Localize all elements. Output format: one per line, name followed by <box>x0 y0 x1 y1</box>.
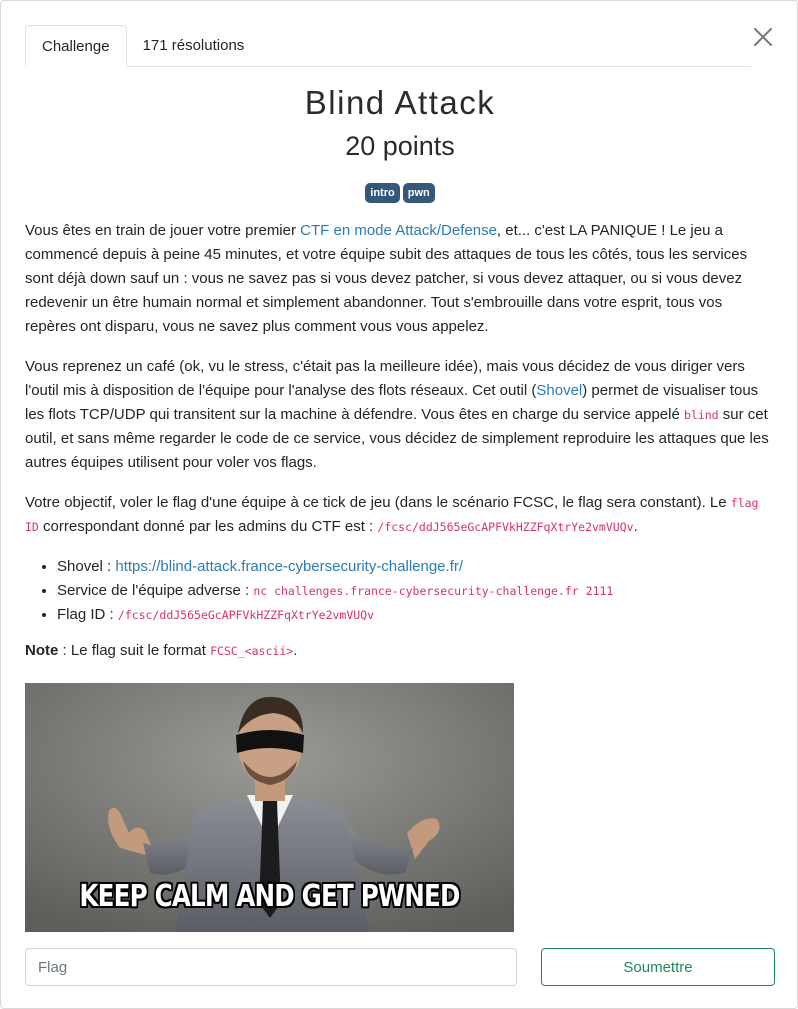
text: . <box>633 518 638 535</box>
service-name-code: blind <box>683 408 719 422</box>
tag-intro: intro <box>365 183 400 203</box>
label: Shovel : <box>57 558 116 575</box>
tab-bar: Challenge 171 résolutions <box>25 25 751 67</box>
shovel-url-link[interactable]: https://blind-attack.france-cybersecurit… <box>115 558 463 575</box>
text: . <box>293 642 298 659</box>
list-item-shovel: Shovel : https://blind-attack.france-cyb… <box>57 555 777 579</box>
tab-challenge[interactable]: Challenge <box>25 25 127 67</box>
flag-format-code: FCSC_<ascii> <box>210 644 294 658</box>
service-command-code: nc challenges.france-cybersecurity-chall… <box>253 584 614 598</box>
info-list: Shovel : https://blind-attack.france-cyb… <box>57 555 777 627</box>
text: : Le flag suit le format <box>58 642 211 659</box>
meme-image: KEEP CALM AND GET PWNED <box>25 683 514 932</box>
description-paragraph-2: Vous reprenez un café (ok, vu le stress,… <box>25 355 777 475</box>
close-icon <box>754 28 772 46</box>
description-paragraph-3: Votre objectif, voler le flag d'une équi… <box>25 491 777 539</box>
flag-input[interactable] <box>25 948 517 986</box>
list-item-service: Service de l'équipe adverse : nc challen… <box>57 579 777 603</box>
tag-list: intro pwn <box>1 183 798 203</box>
text: correspondant donné par les admins du CT… <box>38 518 378 535</box>
challenge-title: Blind Attack <box>304 84 496 121</box>
text: Votre objectif, voler le flag d'une équi… <box>25 494 731 511</box>
meme-caption: KEEP CALM AND GET PWNED <box>79 879 460 914</box>
label: Service de l'équipe adverse : <box>57 582 254 599</box>
shovel-inline-link[interactable]: Shovel <box>536 382 582 399</box>
note-label: Note <box>25 642 59 659</box>
flag-id-list-code: /fcsc/ddJ565eGcAPFVkHZZFqXtrYe2vmVUQv <box>117 608 375 622</box>
flag-id-code: /fcsc/ddJ565eGcAPFVkHZZFqXtrYe2vmVUQv <box>377 520 634 534</box>
text: Vous êtes en train de jouer votre premie… <box>25 222 301 239</box>
close-button[interactable] <box>749 23 777 51</box>
challenge-modal: Challenge 171 résolutions Blind Attack 2… <box>0 0 798 1009</box>
note-paragraph: Note : Le flag suit le format FCSC_<asci… <box>25 639 777 663</box>
ctf-ad-link[interactable]: CTF en mode Attack/Defense <box>300 222 497 239</box>
challenge-points: 20 points <box>345 131 455 161</box>
description-paragraph-1: Vous êtes en train de jouer votre premie… <box>25 219 777 339</box>
list-item-flag-id: Flag ID : /fcsc/ddJ565eGcAPFVkHZZFqXtrYe… <box>57 603 777 627</box>
challenge-description: Vous êtes en train de jouer votre premie… <box>25 219 777 679</box>
tag-pwn: pwn <box>402 183 435 203</box>
tab-solves[interactable]: 171 résolutions <box>127 25 261 67</box>
label: Flag ID : <box>57 606 118 623</box>
submit-button[interactable]: Soumettre <box>541 948 775 986</box>
